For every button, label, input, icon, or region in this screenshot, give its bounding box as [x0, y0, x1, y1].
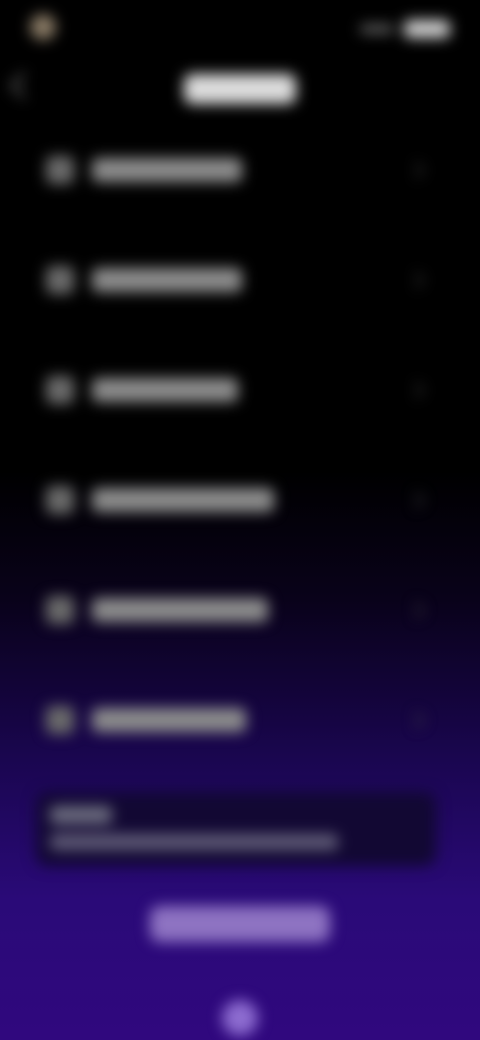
chevron-right-icon	[407, 271, 425, 289]
list-item-label	[92, 158, 242, 182]
list-item-icon	[46, 486, 74, 514]
chevron-left-icon[interactable]	[10, 72, 37, 99]
list-item[interactable]	[36, 580, 436, 640]
list-item[interactable]	[36, 360, 436, 420]
primary-action-button[interactable]	[150, 906, 330, 942]
chevron-right-icon	[407, 161, 425, 179]
chevron-right-icon	[407, 601, 425, 619]
list-item[interactable]	[36, 690, 436, 750]
list-item-label	[92, 708, 246, 732]
battery-icon	[404, 20, 450, 38]
chevron-right-icon	[407, 491, 425, 509]
list-item[interactable]	[36, 470, 436, 530]
list-item[interactable]	[36, 250, 436, 310]
list-item-icon	[46, 596, 74, 624]
info-text	[50, 834, 338, 850]
info-badge	[50, 806, 112, 824]
avatar-dot-icon	[30, 14, 56, 40]
list-item[interactable]	[36, 140, 436, 200]
status-bar-right	[360, 20, 450, 38]
page-title	[184, 74, 296, 104]
list-item-icon	[46, 706, 74, 734]
list-item-label	[92, 598, 268, 622]
info-box	[36, 792, 436, 866]
list-item-label	[92, 488, 274, 512]
chevron-right-icon	[407, 381, 425, 399]
blurred-screen	[0, 0, 480, 1040]
list-item-icon	[46, 156, 74, 184]
status-bar-left	[30, 14, 66, 40]
list-item-label	[92, 378, 238, 402]
list-item-label	[92, 268, 242, 292]
list-item-icon	[46, 376, 74, 404]
chevron-right-icon	[407, 711, 425, 729]
list-item-icon	[46, 266, 74, 294]
home-indicator-icon[interactable]	[222, 1000, 258, 1036]
signal-icon	[360, 25, 394, 33]
